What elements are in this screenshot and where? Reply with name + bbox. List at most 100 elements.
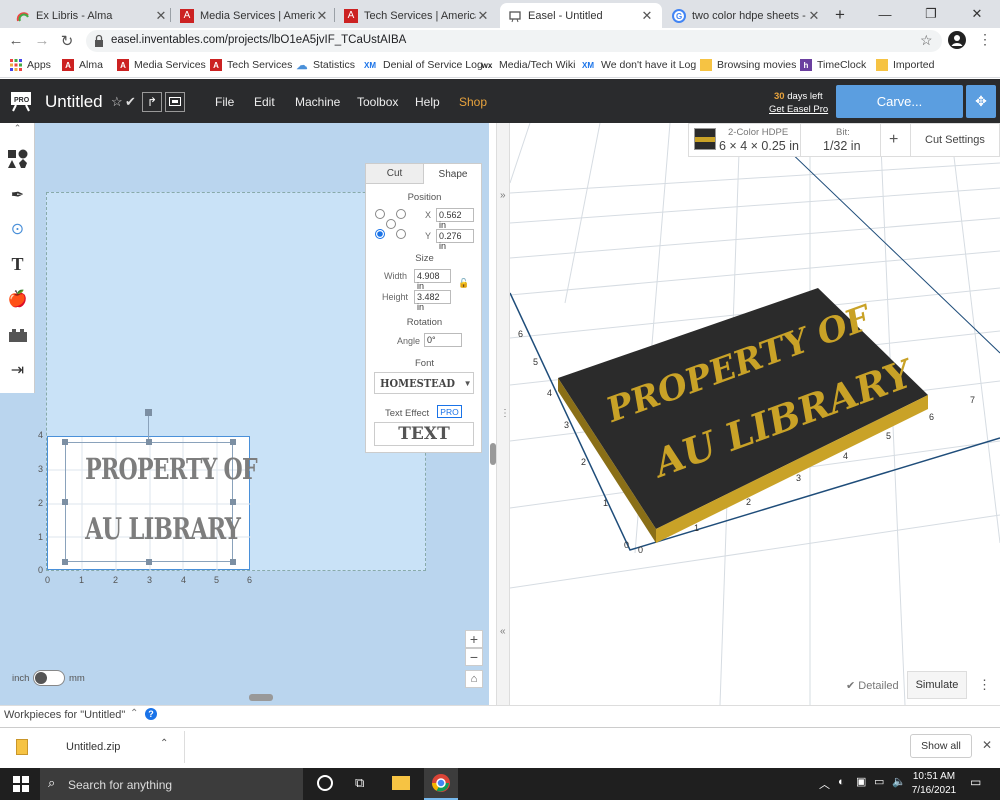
minimize-window-icon[interactable]: — xyxy=(862,0,908,28)
close-tab-icon[interactable]: ✕ xyxy=(476,8,490,24)
forward-arrow-icon[interactable]: → xyxy=(32,32,52,49)
show-hidden-icons-chevron-icon[interactable]: ︿ xyxy=(819,776,830,792)
carve-button[interactable]: Carve... xyxy=(836,85,963,118)
windows-start-icon[interactable] xyxy=(13,776,29,792)
resize-handle[interactable] xyxy=(146,559,152,565)
height-input[interactable]: 3.482 in xyxy=(414,290,451,312)
notifications-icon[interactable]: ▭ xyxy=(970,775,981,789)
cortana-icon[interactable] xyxy=(317,775,333,791)
hdpe-swatch-icon[interactable] xyxy=(694,128,716,150)
resize-handle[interactable] xyxy=(230,439,236,445)
lock-icon[interactable] xyxy=(94,34,104,48)
bookmark-apps[interactable]: Apps xyxy=(10,59,51,71)
bookmark-star-icon[interactable]: ☆ xyxy=(920,32,933,49)
back-arrow-icon[interactable]: ← xyxy=(6,32,26,49)
browser-tab-google-search[interactable]: G two color hdpe sheets - Go ✕ xyxy=(664,3,829,28)
add-bit-button[interactable]: + xyxy=(889,131,898,149)
menu-help[interactable]: Help xyxy=(415,95,440,109)
favorite-star-icon[interactable]: ☆ xyxy=(111,94,123,110)
browser-tab-alma[interactable]: Ex Libris - Alma ✕ xyxy=(8,3,176,28)
network-icon[interactable]: ▭ xyxy=(874,775,884,788)
x-position-input[interactable]: 0.562 in xyxy=(436,208,474,230)
task-view-icon[interactable]: ⧉ xyxy=(355,775,364,791)
taskbar-clock[interactable]: 10:51 AM xyxy=(910,771,958,782)
width-input[interactable]: 4.908 in xyxy=(414,269,451,291)
bookmark-denial-of-service-log[interactable]: XM Denial of Service Log xyxy=(362,59,483,71)
bookmark-tech-services[interactable]: A Tech Services xyxy=(210,59,292,71)
drag-handle-icon[interactable]: ⋮ xyxy=(500,408,510,419)
close-tab-icon[interactable]: ✕ xyxy=(154,8,168,24)
taskbar-date[interactable]: 7/16/2021 xyxy=(910,785,958,796)
material-name[interactable]: 2-Color HDPE xyxy=(728,127,788,138)
profile-avatar-icon[interactable] xyxy=(948,31,966,49)
share-arrow-icon[interactable]: ↱ xyxy=(142,92,162,112)
more-options-icon[interactable]: ⋮ xyxy=(978,677,991,693)
collapse-tools-icon[interactable]: ⌃ xyxy=(0,123,35,137)
download-options-chevron-icon[interactable]: ⌃ xyxy=(160,738,168,749)
bookmark-imported[interactable]: Imported xyxy=(876,59,934,71)
bookmark-media-services[interactable]: A Media Services xyxy=(117,59,206,71)
expand-right-icon[interactable]: » xyxy=(500,190,506,201)
font-select[interactable]: HOMESTEAD ▼ xyxy=(374,372,474,394)
bookmark-statistics[interactable]: ☁ Statistics xyxy=(296,59,356,72)
present-screen-icon[interactable] xyxy=(165,92,185,112)
tray-app-icon[interactable]: ▣ xyxy=(856,775,866,788)
target-tool-icon[interactable]: ⊙ xyxy=(0,211,35,247)
tray-app-icon[interactable]: ◐ xyxy=(838,776,845,788)
expand-up-icon[interactable]: ⌃ xyxy=(130,708,138,719)
browser-tab-tech-services[interactable]: A Tech Services | American Ur ✕ xyxy=(336,3,498,28)
reload-icon[interactable]: ↻ xyxy=(57,32,77,50)
bookmark-alma[interactable]: A Alma xyxy=(62,59,103,71)
bit-size[interactable]: 1/32 in xyxy=(823,139,861,153)
bookmark-timeclock[interactable]: h TimeClock xyxy=(800,59,866,71)
browser-tab-easel[interactable]: Easel - Untitled ✕ xyxy=(500,3,662,28)
anchor-point-selector[interactable] xyxy=(374,207,408,241)
angle-input[interactable]: 0° xyxy=(424,333,462,347)
close-window-icon[interactable]: ✕ xyxy=(954,0,1000,28)
resize-handle[interactable] xyxy=(62,439,68,445)
file-explorer-icon[interactable] xyxy=(392,776,410,790)
tab-shape[interactable]: Shape xyxy=(424,164,482,184)
menu-shop[interactable]: Shop xyxy=(459,95,487,109)
menu-machine[interactable]: Machine xyxy=(295,95,340,109)
pen-tool-icon[interactable]: ✒ xyxy=(0,177,35,213)
zoom-out-icon[interactable]: − xyxy=(465,648,483,666)
help-question-icon[interactable]: ? xyxy=(145,708,157,720)
bookmark-media-tech-wiki[interactable]: wx Media/Tech Wiki xyxy=(480,59,576,71)
unit-toggle[interactable] xyxy=(33,670,65,686)
close-tab-icon[interactable]: ✕ xyxy=(640,8,654,24)
chrome-taskbar-button[interactable] xyxy=(424,768,458,800)
restore-window-icon[interactable]: ❐ xyxy=(908,0,954,28)
workpieces-label[interactable]: Workpieces for "Untitled" xyxy=(4,709,125,721)
show-all-button[interactable]: Show all xyxy=(910,734,972,758)
close-download-bar-icon[interactable]: ✕ xyxy=(982,738,992,752)
menu-toolbox[interactable]: Toolbox xyxy=(357,95,398,109)
jog-machine-icon[interactable]: ✥ xyxy=(966,85,996,118)
horizontal-scrollbar-thumb[interactable] xyxy=(249,694,273,701)
resize-handle[interactable] xyxy=(230,499,236,505)
close-tab-icon[interactable]: ✕ xyxy=(315,8,329,24)
bookmark-we-dont-have-it-log[interactable]: XM We don't have it Log xyxy=(580,59,696,71)
text-tool-icon[interactable]: T xyxy=(0,246,35,282)
shapes-tool-icon[interactable] xyxy=(0,141,35,177)
detailed-toggle[interactable]: ✔ Detailed xyxy=(846,679,899,692)
browser-menu-icon[interactable]: ⋮ xyxy=(978,31,992,48)
y-position-input[interactable]: 0.276 in xyxy=(436,229,474,251)
pro-badge[interactable]: PRO xyxy=(437,405,462,418)
menu-file[interactable]: File xyxy=(215,95,234,109)
zoom-in-icon[interactable]: + xyxy=(465,630,483,648)
get-easel-pro-link[interactable]: Get Easel Pro xyxy=(769,104,828,115)
project-title[interactable]: Untitled xyxy=(45,92,103,112)
cut-settings-button[interactable]: Cut Settings xyxy=(925,134,985,146)
menu-edit[interactable]: Edit xyxy=(254,95,275,109)
design-text-line-1[interactable]: PROPERTY OF xyxy=(85,452,257,486)
easel-pro-logo-icon[interactable]: PRO xyxy=(10,90,32,112)
new-tab-button[interactable]: + xyxy=(835,5,845,25)
resize-handle[interactable] xyxy=(62,499,68,505)
apps-blocks-icon[interactable] xyxy=(0,317,35,353)
lock-aspect-icon[interactable]: 🔓 xyxy=(458,278,469,289)
browser-tab-media-services[interactable]: A Media Services | American U ✕ xyxy=(172,3,337,28)
text-effect-preview[interactable]: TEXT xyxy=(374,422,474,446)
icon-library-apple-icon[interactable]: 🍎 xyxy=(0,281,35,317)
close-tab-icon[interactable]: ✕ xyxy=(807,8,821,24)
